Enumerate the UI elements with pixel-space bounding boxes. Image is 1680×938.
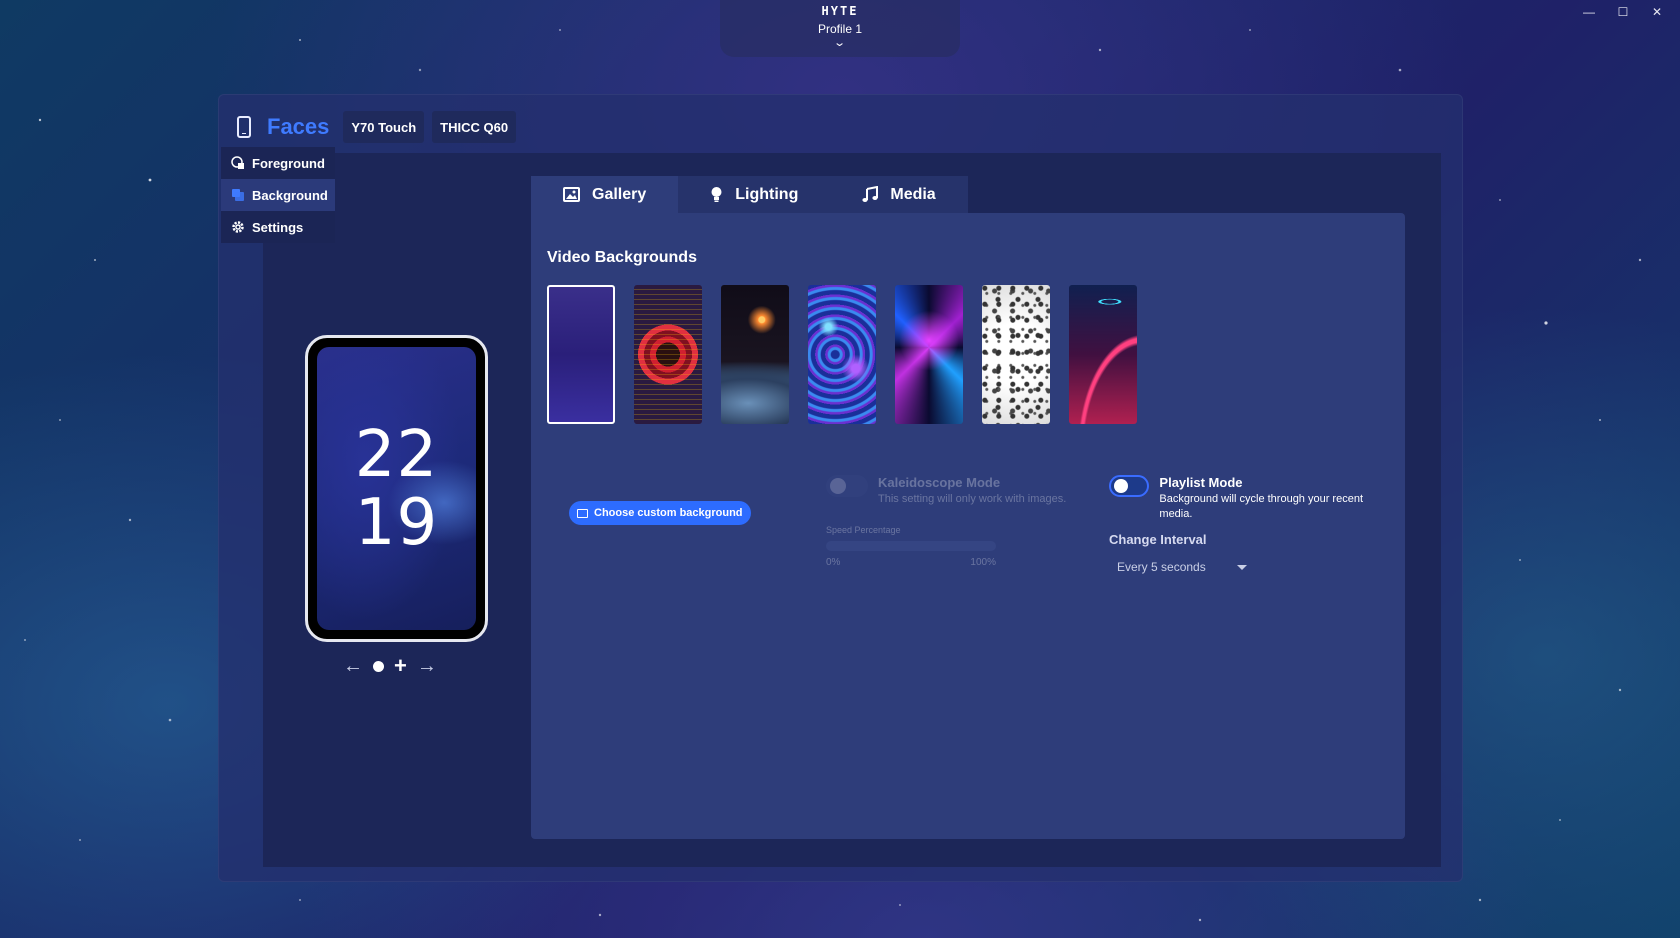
- tab-label: Gallery: [592, 185, 647, 203]
- page-title: Faces: [267, 114, 330, 139]
- thumbnail-purple-space[interactable]: [547, 285, 615, 424]
- phone-icon: [237, 116, 251, 138]
- bulb-icon: [711, 187, 722, 202]
- change-interval-label: Change Interval: [1109, 532, 1207, 547]
- brand-logo: HYTE: [821, 4, 859, 18]
- tab-lighting[interactable]: Lighting: [678, 176, 831, 213]
- speed-min: 0%: [826, 557, 841, 568]
- sidebar-item-background[interactable]: Background: [221, 179, 335, 211]
- playlist-title: Playlist Mode: [1159, 475, 1243, 490]
- speed-max: 100%: [970, 557, 996, 568]
- thumbnail-red-tunnel[interactable]: [634, 285, 702, 424]
- page-dot[interactable]: [373, 660, 384, 672]
- arrow-left-icon[interactable]: ←: [343, 655, 363, 678]
- device-tab-y70-touch[interactable]: Y70 Touch: [343, 111, 425, 143]
- gear-icon: [232, 221, 244, 233]
- gallery-panel: Video Backgrounds Choose custom backgrou…: [531, 213, 1405, 839]
- video-background-list: [547, 285, 1137, 424]
- faces-header: Faces Y70 Touch THICC Q60: [237, 111, 517, 143]
- kaleidoscope-toggle[interactable]: [826, 475, 868, 497]
- speed-slider[interactable]: [826, 541, 996, 551]
- tab-media[interactable]: Media: [830, 176, 968, 213]
- preview-pager: ← + →: [343, 653, 437, 679]
- clock-minute: 19: [354, 485, 439, 560]
- window-controls: — ☐ ✕: [1572, 4, 1674, 20]
- sidebar: Foreground Background Settings: [221, 147, 335, 243]
- thumbnail-neon-warp[interactable]: [895, 285, 963, 424]
- arrow-right-icon[interactable]: →: [417, 655, 437, 678]
- chevron-down-icon[interactable]: ⌄: [834, 36, 847, 49]
- sidebar-item-settings[interactable]: Settings: [221, 211, 335, 243]
- sidebar-item-label: Foreground: [252, 155, 325, 171]
- add-page-icon[interactable]: +: [394, 653, 407, 679]
- image-icon: [577, 508, 588, 518]
- content-tabs: Gallery Lighting Media: [531, 176, 968, 213]
- foreground-icon: [231, 156, 244, 169]
- tab-gallery[interactable]: Gallery: [531, 176, 679, 213]
- playlist-mode-setting: Playlist Mode Background will cycle thro…: [1109, 475, 1389, 522]
- speed-label: Speed Percentage: [826, 525, 901, 535]
- faces-panel: Faces Y70 Touch THICC Q60 Foreground Bac…: [218, 94, 1463, 882]
- change-interval-select[interactable]: Every 5 seconds: [1109, 556, 1255, 578]
- image-icon: [563, 187, 580, 202]
- sidebar-item-label: Background: [252, 187, 328, 203]
- choose-custom-background-button[interactable]: Choose custom background: [569, 501, 751, 525]
- profile-name: Profile 1: [817, 22, 863, 36]
- maximize-button[interactable]: ☐: [1606, 4, 1640, 20]
- minimize-button[interactable]: —: [1572, 4, 1606, 20]
- section-title: Video Backgrounds: [547, 249, 697, 266]
- kaleidoscope-title: Kaleidoscope Mode: [878, 475, 1001, 490]
- tab-label: Lighting: [735, 185, 799, 203]
- kaleidoscope-description: This setting will only work with images.: [878, 493, 1067, 505]
- playlist-toggle[interactable]: [1109, 475, 1150, 497]
- close-button[interactable]: ✕: [1640, 4, 1674, 20]
- thumbnail-earth-sunrise[interactable]: [721, 285, 789, 424]
- sidebar-item-foreground[interactable]: Foreground: [221, 147, 335, 179]
- speed-range: 0% 100%: [826, 557, 996, 568]
- device-preview: 22 19: [305, 335, 488, 642]
- playlist-description: Background will cycle through your recen…: [1159, 493, 1364, 520]
- thumbnail-white-particles[interactable]: [982, 285, 1050, 424]
- clock-hour: 22: [354, 417, 439, 492]
- interval-value: Every 5 seconds: [1117, 560, 1206, 574]
- tab-label: Media: [890, 185, 936, 203]
- background-icon: [232, 189, 244, 201]
- preview-screen: 22 19: [317, 347, 476, 630]
- button-label: Choose custom background: [594, 507, 743, 519]
- sidebar-item-label: Settings: [252, 219, 304, 235]
- profile-selector[interactable]: HYTE Profile 1 ⌄: [720, 0, 960, 57]
- thumbnail-neon-rings[interactable]: [1069, 285, 1137, 424]
- device-tab-thicc-q60[interactable]: THICC Q60: [432, 111, 517, 143]
- caret-down-icon: [1237, 564, 1247, 570]
- thumbnail-liquid-swirl[interactable]: [808, 285, 876, 424]
- kaleidoscope-mode-setting: Kaleidoscope Mode This setting will only…: [826, 475, 1066, 568]
- music-icon: [862, 186, 879, 202]
